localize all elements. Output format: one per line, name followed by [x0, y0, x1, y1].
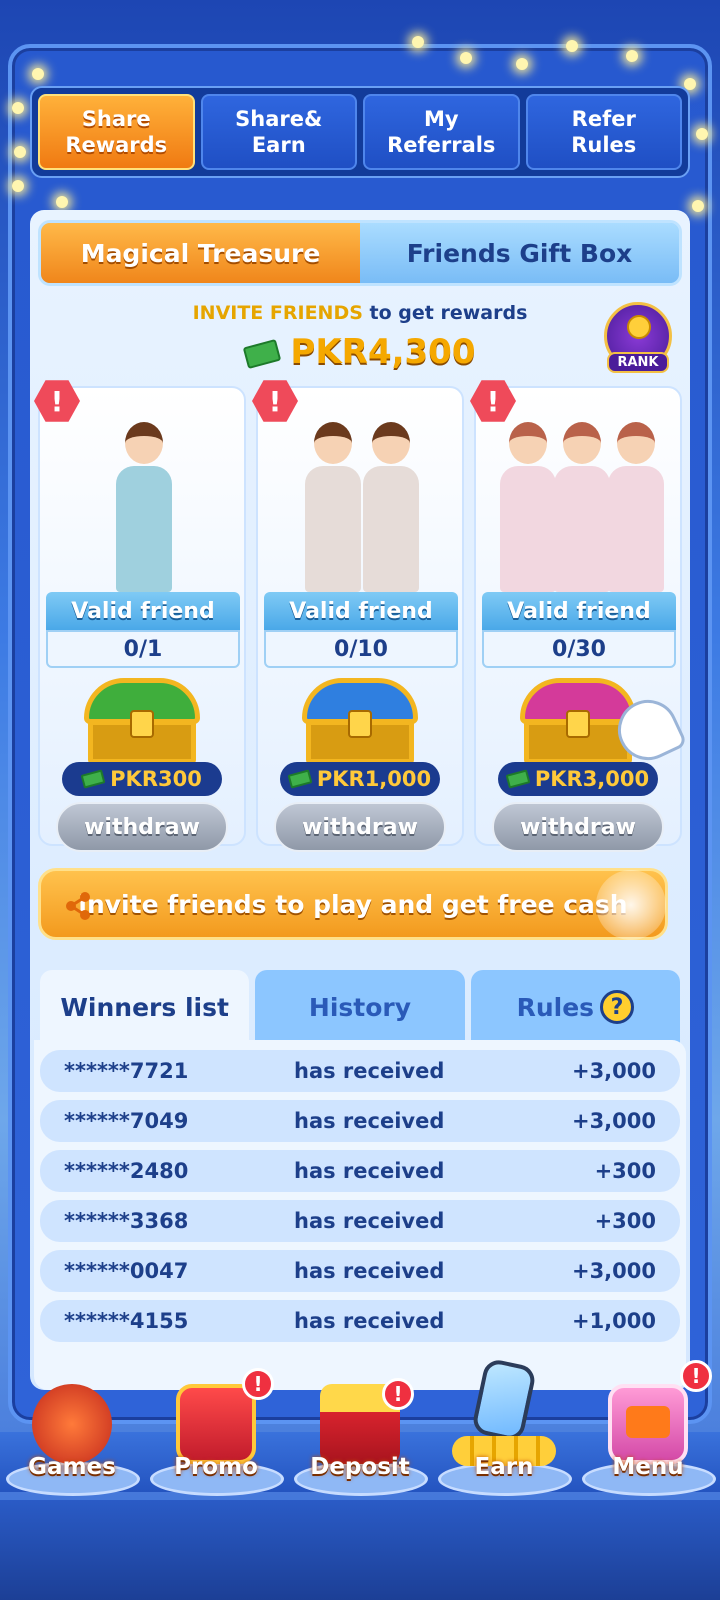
list-item: ******7721 has received +3,000: [40, 1050, 680, 1092]
reward-card-3: ! Valid friend 0/30 PKR3,000 withdraw: [470, 380, 682, 852]
reward-card-2: ! Valid friend 0/10 PKR1,000 withdraw: [252, 380, 464, 852]
notification-badge: !: [382, 1378, 414, 1410]
cash-icon: [287, 769, 313, 789]
tab-refer-rules[interactable]: Refer Rules: [525, 94, 682, 170]
phone-coins-icon: [470, 1357, 538, 1443]
nav-games-label: Games: [28, 1454, 116, 1480]
invite-headline: INVITE FRIENDS to get rewards: [30, 302, 690, 324]
valid-friend-count: 0/10: [264, 630, 458, 668]
tap-glow-decoration: [596, 870, 666, 940]
trophy-icon: [627, 315, 651, 339]
winner-text: has received: [294, 1309, 445, 1333]
rewards-panel: Magical Treasure Friends Gift Box INVITE…: [30, 210, 690, 1390]
winners-tab-bar: Winners list History Rules ?: [40, 970, 680, 1044]
treasure-chest-icon: [302, 678, 418, 764]
nav-deposit[interactable]: Deposit !: [290, 1370, 430, 1520]
winner-amount: +3,000: [571, 1059, 656, 1083]
nav-earn-label: Earn: [474, 1454, 534, 1480]
reward-amount: PKR1,000: [280, 762, 440, 796]
tab-rules-label: Rules: [516, 992, 595, 1022]
invite-highlight: INVITE FRIENDS: [192, 302, 363, 324]
tab-winners-list[interactable]: Winners list: [40, 970, 250, 1044]
winner-text: has received: [294, 1059, 445, 1083]
reward-amount-text: PKR300: [110, 767, 202, 791]
bottom-nav: Games Promo ! Deposit ! Earn Menu !: [0, 1357, 720, 1530]
invite-button-label: invite friends to play and get free cash: [78, 889, 628, 919]
winner-id: ******7721: [64, 1059, 189, 1083]
nav-promo-label: Promo: [174, 1454, 258, 1480]
winner-id: ******2480: [64, 1159, 189, 1183]
treasure-chest-icon: [84, 678, 200, 764]
winner-text: has received: [294, 1159, 445, 1183]
winner-text: has received: [294, 1209, 445, 1233]
winner-id: ******7049: [64, 1109, 189, 1133]
cash-icon: [242, 338, 281, 369]
tab-history[interactable]: History: [255, 970, 465, 1044]
gift-icon: [176, 1384, 256, 1464]
winner-amount: +300: [594, 1209, 656, 1233]
segment-friends-gift-box[interactable]: Friends Gift Box: [360, 223, 679, 283]
reward-cards: ! Valid friend 0/1 PKR300 withdraw ! Val…: [34, 380, 682, 852]
winner-amount: +3,000: [571, 1109, 656, 1133]
help-icon: ?: [600, 990, 635, 1024]
nav-earn[interactable]: Earn: [434, 1357, 574, 1520]
segment-magical-treasure[interactable]: Magical Treasure: [41, 223, 360, 283]
games-icon: [32, 1384, 112, 1464]
withdraw-button[interactable]: withdraw: [274, 802, 446, 852]
winner-id: ******4155: [64, 1309, 189, 1333]
total-reward: PKR4,300: [30, 332, 690, 372]
cash-icon: [80, 769, 106, 789]
nav-deposit-label: Deposit: [310, 1454, 410, 1480]
winner-id: ******0047: [64, 1259, 189, 1283]
invite-friends-button[interactable]: invite friends to play and get free cash: [38, 868, 668, 940]
friend-illustration: [50, 396, 236, 592]
list-item: ******7049 has received +3,000: [40, 1100, 680, 1142]
valid-friend-label: Valid friend: [264, 592, 458, 630]
invite-rest: to get rewards: [362, 302, 528, 324]
withdraw-button[interactable]: withdraw: [492, 802, 664, 852]
friend-illustration: [486, 396, 672, 592]
reward-amount: PKR300: [62, 762, 222, 796]
valid-friend-count: 0/30: [482, 630, 676, 668]
winners-list[interactable]: ******7721 has received +3,000 ******7049 h…: [34, 1040, 686, 1390]
winner-id: ******3368: [64, 1209, 189, 1233]
friend-illustration: [268, 396, 454, 592]
winner-amount: +300: [594, 1159, 656, 1183]
cash-icon: [505, 769, 531, 789]
menu-tv-icon: [608, 1384, 688, 1464]
nav-menu[interactable]: Menu !: [578, 1360, 718, 1520]
winner-amount: +1,000: [571, 1309, 656, 1333]
list-item: ******4155 has received +1,000: [40, 1300, 680, 1342]
list-item: ******0047 has received +3,000: [40, 1250, 680, 1292]
valid-friend-label: Valid friend: [482, 592, 676, 630]
tab-share-earn[interactable]: Share& Earn: [200, 94, 357, 170]
tab-rules[interactable]: Rules ?: [470, 970, 680, 1044]
notification-badge: !: [680, 1360, 712, 1392]
valid-friend-label: Valid friend: [46, 592, 240, 630]
withdraw-button[interactable]: withdraw: [56, 802, 228, 852]
reward-amount: PKR3,000: [498, 762, 658, 796]
reward-amount-text: PKR3,000: [534, 767, 650, 791]
total-reward-amount: PKR4,300: [290, 332, 476, 372]
tab-share-rewards[interactable]: Share Rewards: [38, 94, 195, 170]
tab-my-referrals[interactable]: My Referrals: [363, 94, 520, 170]
list-item: ******2480 has received +300: [40, 1150, 680, 1192]
reward-card-1: ! Valid friend 0/1 PKR300 withdraw: [34, 380, 246, 852]
winner-text: has received: [294, 1259, 445, 1283]
share-icon: [66, 892, 90, 920]
winner-amount: +3,000: [571, 1259, 656, 1283]
reward-type-switch: Magical Treasure Friends Gift Box: [38, 220, 682, 286]
winner-text: has received: [294, 1109, 445, 1133]
nav-menu-label: Menu: [612, 1454, 684, 1480]
nav-promo[interactable]: Promo !: [146, 1368, 286, 1520]
rank-label: RANK: [607, 352, 669, 373]
nav-games[interactable]: Games: [2, 1370, 142, 1520]
valid-friend-count: 0/1: [46, 630, 240, 668]
notification-badge: !: [242, 1368, 274, 1400]
reward-amount-text: PKR1,000: [316, 767, 432, 791]
list-item: ******3368 has received +300: [40, 1200, 680, 1242]
top-tab-bar: Share Rewards Share& Earn My Referrals R…: [30, 86, 690, 178]
rank-button[interactable]: RANK: [604, 302, 672, 373]
